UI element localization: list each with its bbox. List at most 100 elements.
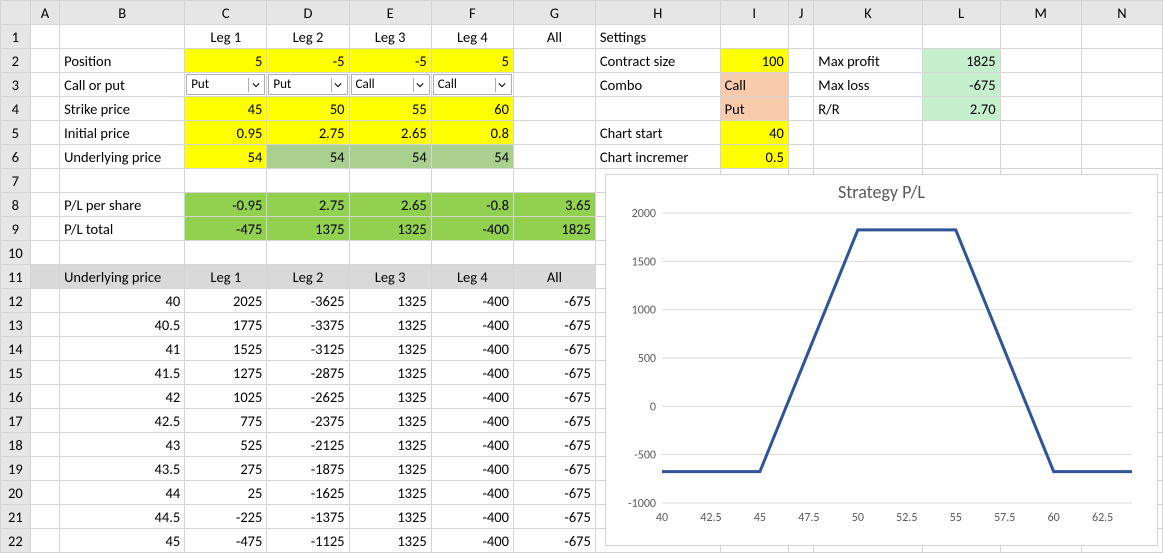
cell-A20[interactable] <box>30 481 59 505</box>
cell-C7[interactable] <box>185 169 267 193</box>
col-header-N[interactable]: N <box>1081 1 1162 25</box>
cell-E3[interactable]: Call <box>349 73 431 97</box>
cell-C2[interactable]: 5 <box>185 49 267 73</box>
cell-A11[interactable] <box>30 265 59 289</box>
row-header-2[interactable]: 2 <box>1 49 31 73</box>
cell-B3[interactable]: Call or put <box>60 73 185 97</box>
cell-G22[interactable]: -675 <box>513 529 595 553</box>
cell-F20[interactable]: -400 <box>431 481 513 505</box>
cell-A1[interactable] <box>30 25 59 49</box>
cell-B1[interactable] <box>60 25 185 49</box>
cell-H5[interactable]: Chart start <box>595 121 720 145</box>
cell-B5[interactable]: Initial price <box>60 121 185 145</box>
cell-L6[interactable] <box>922 145 1000 169</box>
cell-E2[interactable]: -5 <box>349 49 431 73</box>
cell-F10[interactable] <box>431 241 513 265</box>
cell-F21[interactable]: -400 <box>431 505 513 529</box>
cell-E4[interactable]: 55 <box>349 97 431 121</box>
cell-D4[interactable]: 50 <box>267 97 349 121</box>
col-header-I[interactable]: I <box>720 1 788 25</box>
cell-C21[interactable]: -225 <box>185 505 267 529</box>
cell-F16[interactable]: -400 <box>431 385 513 409</box>
cell-N4[interactable] <box>1081 97 1162 121</box>
col-header-H[interactable]: H <box>595 1 720 25</box>
cell-G15[interactable]: -675 <box>513 361 595 385</box>
cell-F13[interactable]: -400 <box>431 313 513 337</box>
cell-E10[interactable] <box>349 241 431 265</box>
cell-K5[interactable] <box>814 121 922 145</box>
cell-C14[interactable]: 1525 <box>185 337 267 361</box>
cell-B14[interactable]: 41 <box>60 337 185 361</box>
cell-E21[interactable]: 1325 <box>349 505 431 529</box>
row-header-3[interactable]: 3 <box>1 73 31 97</box>
cell-H4[interactable] <box>595 97 720 121</box>
cell-A10[interactable] <box>30 241 59 265</box>
cell-K2[interactable]: Max profit <box>814 49 922 73</box>
cell-A14[interactable] <box>30 337 59 361</box>
cell-A13[interactable] <box>30 313 59 337</box>
cell-G5[interactable] <box>513 121 595 145</box>
cell-A9[interactable] <box>30 217 59 241</box>
cell-A22[interactable] <box>30 529 59 553</box>
cell-K6[interactable] <box>814 145 922 169</box>
cell-F6[interactable]: 54 <box>431 145 513 169</box>
cell-G2[interactable] <box>513 49 595 73</box>
cell-A21[interactable] <box>30 505 59 529</box>
cell-C12[interactable]: 2025 <box>185 289 267 313</box>
cell-I2[interactable]: 100 <box>720 49 788 73</box>
cell-F9[interactable]: -400 <box>431 217 513 241</box>
cell-B10[interactable] <box>60 241 185 265</box>
cell-D19[interactable]: -1875 <box>267 457 349 481</box>
col-header-B[interactable]: B <box>60 1 185 25</box>
cell-D11[interactable]: Leg 2 <box>267 265 349 289</box>
row-header-13[interactable]: 13 <box>1 313 31 337</box>
cell-E12[interactable]: 1325 <box>349 289 431 313</box>
cell-G10[interactable] <box>513 241 595 265</box>
cell-B4[interactable]: Strike price <box>60 97 185 121</box>
row-header-20[interactable]: 20 <box>1 481 31 505</box>
cell-D15[interactable]: -2875 <box>267 361 349 385</box>
cell-E1[interactable]: Leg 3 <box>349 25 431 49</box>
row-header-11[interactable]: 11 <box>1 265 31 289</box>
dropdown-leg3-cp[interactable]: Call <box>351 74 430 95</box>
cell-E15[interactable]: 1325 <box>349 361 431 385</box>
select-all-corner[interactable] <box>1 1 31 25</box>
cell-D12[interactable]: -3625 <box>267 289 349 313</box>
cell-C3[interactable]: Put <box>185 73 267 97</box>
cell-D20[interactable]: -1625 <box>267 481 349 505</box>
row-header-14[interactable]: 14 <box>1 337 31 361</box>
cell-J2[interactable] <box>788 49 813 73</box>
cell-F14[interactable]: -400 <box>431 337 513 361</box>
cell-B13[interactable]: 40.5 <box>60 313 185 337</box>
cell-M5[interactable] <box>1000 121 1081 145</box>
cell-A4[interactable] <box>30 97 59 121</box>
cell-F12[interactable]: -400 <box>431 289 513 313</box>
cell-L2[interactable]: 1825 <box>922 49 1000 73</box>
cell-G18[interactable]: -675 <box>513 433 595 457</box>
cell-I6[interactable]: 0.5 <box>720 145 788 169</box>
cell-F15[interactable]: -400 <box>431 361 513 385</box>
cell-G9[interactable]: 1825 <box>513 217 595 241</box>
cell-F19[interactable]: -400 <box>431 457 513 481</box>
cell-J5[interactable] <box>788 121 813 145</box>
cell-I1[interactable] <box>720 25 788 49</box>
cell-D16[interactable]: -2625 <box>267 385 349 409</box>
cell-D6[interactable]: 54 <box>267 145 349 169</box>
cell-E9[interactable]: 1325 <box>349 217 431 241</box>
cell-G13[interactable]: -675 <box>513 313 595 337</box>
cell-H3[interactable]: Combo <box>595 73 720 97</box>
cell-E8[interactable]: 2.65 <box>349 193 431 217</box>
cell-D9[interactable]: 1375 <box>267 217 349 241</box>
cell-D3[interactable]: Put <box>267 73 349 97</box>
cell-E14[interactable]: 1325 <box>349 337 431 361</box>
cell-G7[interactable] <box>513 169 595 193</box>
cell-E6[interactable]: 54 <box>349 145 431 169</box>
cell-D8[interactable]: 2.75 <box>267 193 349 217</box>
cell-A2[interactable] <box>30 49 59 73</box>
cell-M4[interactable] <box>1000 97 1081 121</box>
cell-A16[interactable] <box>30 385 59 409</box>
cell-C18[interactable]: 525 <box>185 433 267 457</box>
cell-C19[interactable]: 275 <box>185 457 267 481</box>
cell-C15[interactable]: 1275 <box>185 361 267 385</box>
cell-G4[interactable] <box>513 97 595 121</box>
